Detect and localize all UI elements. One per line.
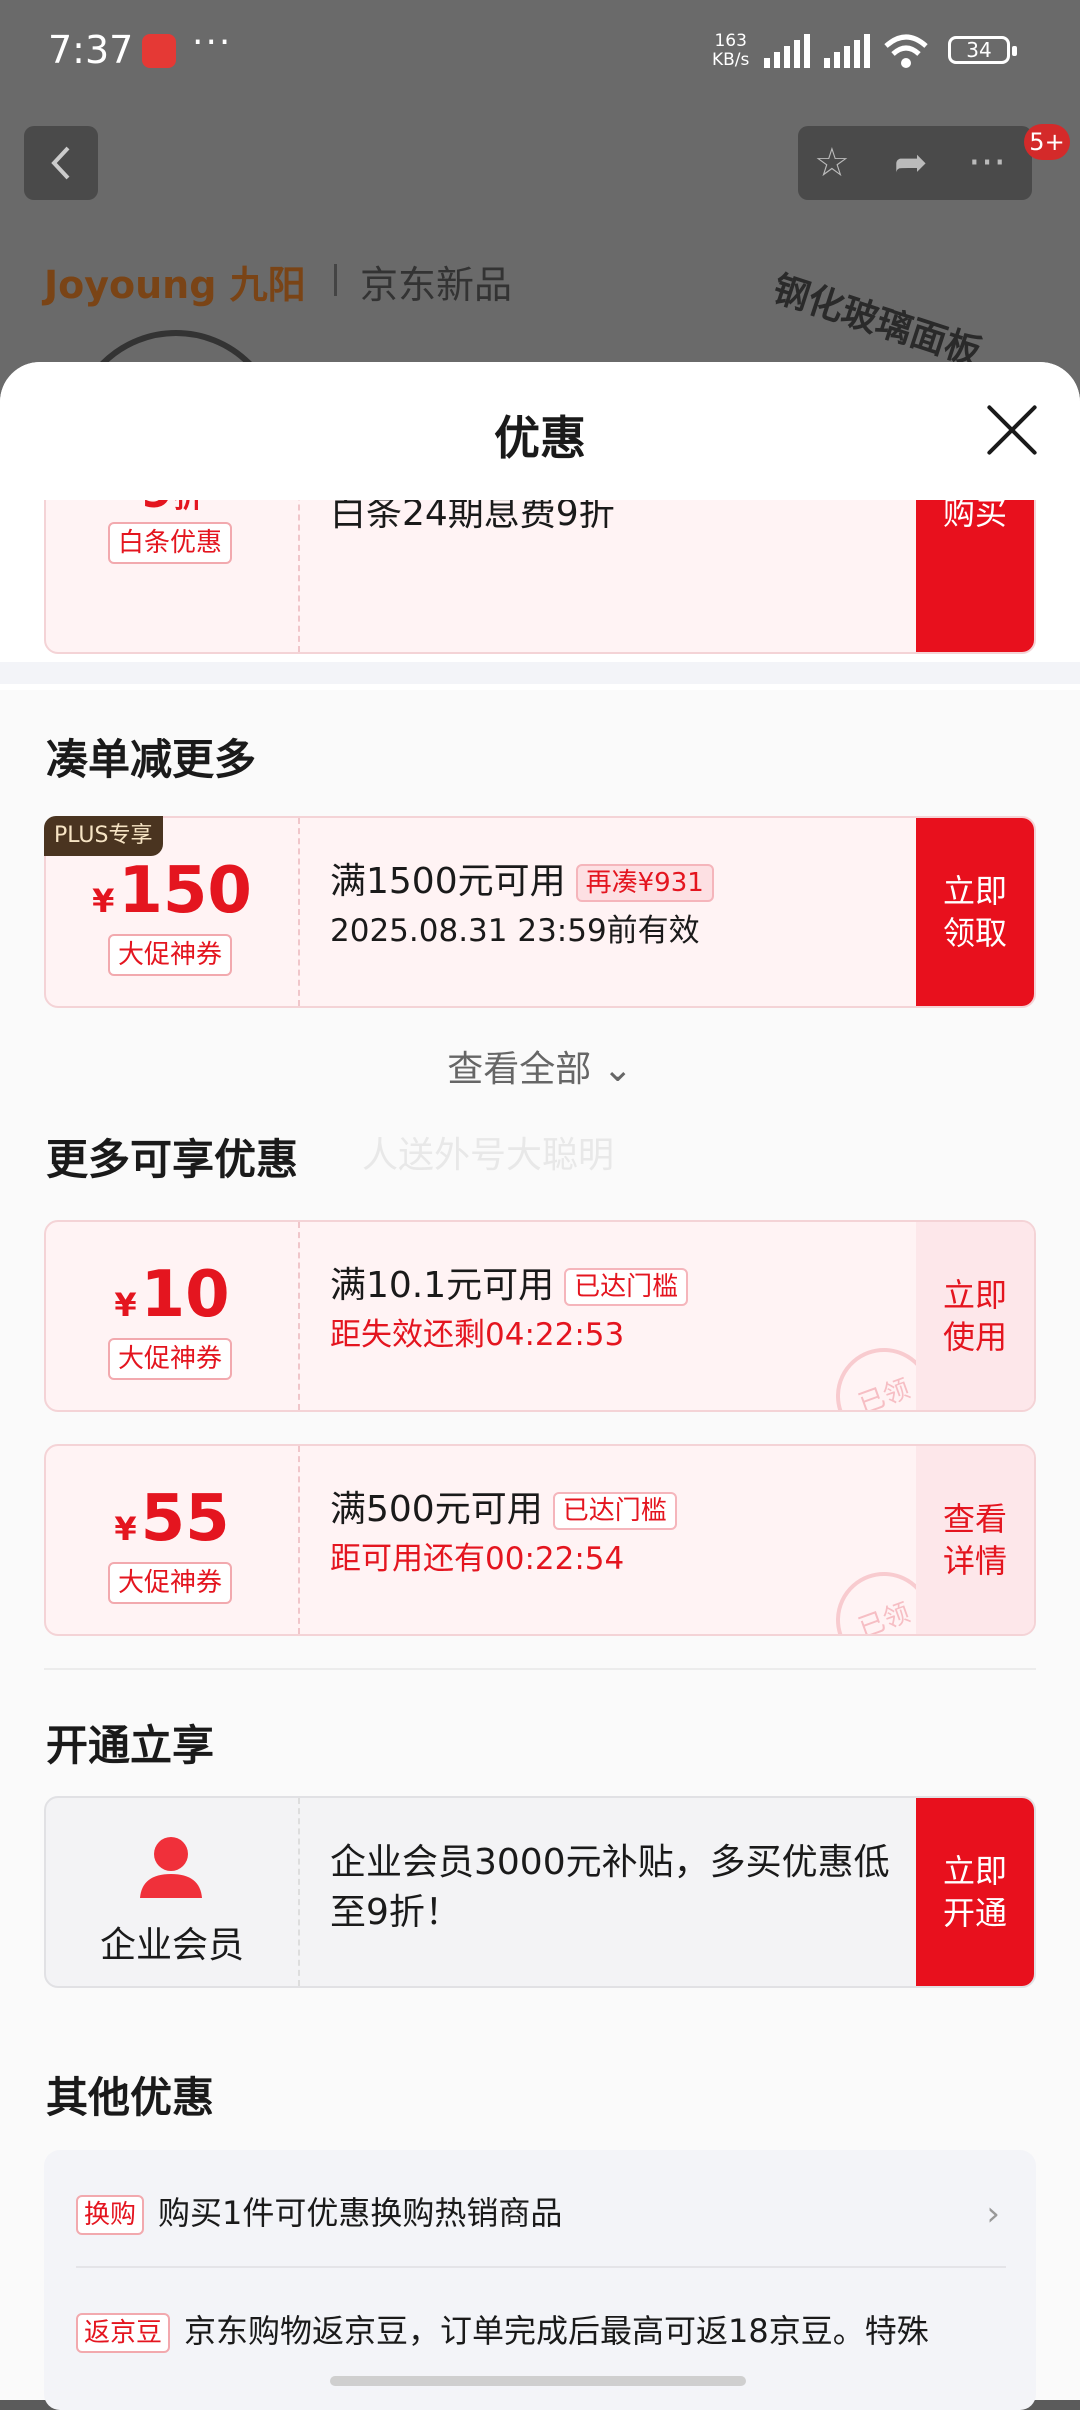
sheet-header: 优惠 [0,362,1080,500]
coupon-amount: ¥55 [114,1482,230,1556]
app-notification-icon [142,34,176,68]
section-divider [0,662,1080,684]
signal-icon [764,34,810,68]
status-time: 7:37 [48,28,134,72]
list-item-exchange[interactable]: 换购 购买1件可优惠换购热销商品 › [76,2188,1006,2235]
coupon-amount: ¥150 [92,854,252,928]
threshold-reached-pill: 已达门槛 [564,1268,689,1306]
status-bar: 7:37 ··· 163 KB/s 34 [0,0,1080,100]
coupon-tag: 大促神券 [108,1338,233,1380]
coupon-card-10: ¥10 大促神券 满10.1元可用 已达门槛 距失效还剩04:22:53 已领 立… [44,1220,1036,1412]
brand-divider [334,264,337,296]
star-icon[interactable]: ☆ [814,140,850,186]
sheet-title: 优惠 [494,411,586,465]
background-product-page: 7:37 ··· 163 KB/s 34 ☆ ➦ ··· 5+ Joyoung … [0,0,1080,542]
list-item-jd-beans[interactable]: 返京豆 京东购物返京豆，订单完成后最高可返18京豆。特殊 [76,2306,1006,2353]
coupon-countdown: 距可用还有00:22:54 [330,1541,625,1577]
network-speed: 163 KB/s [712,31,750,70]
member-label: 企业会员 [99,1925,244,1966]
home-indicator[interactable] [330,2376,746,2386]
cart-count-badge: 5+ [1024,124,1070,160]
other-offers-list: 换购 购买1件可优惠换购热销商品 › 返京豆 京东购物返京豆，订单完成后最高可返18… [44,2150,1036,2410]
coupon-condition: 满500元可用 [330,1489,543,1530]
add-more-pill: 再凑¥931 [575,864,714,902]
coupon-card-55: ¥55 大促神券 满500元可用 已达门槛 距可用还有00:22:54 已领 查看… [44,1444,1036,1636]
coupon-condition: 满10.1元可用 [330,1265,555,1306]
plus-exclusive-badge: PLUS专享 [44,816,163,856]
coupon-card-150: ¥150 大促神券 满1500元可用 再凑¥931 2025.08.31 23:5… [44,816,1036,1008]
claim-now-button[interactable]: 立即领取 [916,818,1034,1006]
coupon-tag: 大促神券 [108,934,233,976]
chevron-right-icon: › [986,2194,1000,2234]
chevron-left-icon [51,146,70,180]
share-icon[interactable]: ➦ [894,140,928,186]
signal-icon-2 [824,34,870,68]
section-title-more-offers: 更多可享优惠 [46,1135,299,1184]
coupon-amount: ¥10 [114,1258,230,1332]
coupon-tag: 大促神券 [108,1562,233,1604]
more-notifications-icon: ··· [192,22,233,63]
activate-now-button[interactable]: 立即开通 [916,1798,1034,1986]
offer-text: 京东购物返京豆，订单完成后最高可返18京豆。特殊 [184,2312,929,2350]
use-now-button[interactable]: 立即使用 [916,1222,1034,1410]
coupon-countdown: 距失效还剩04:22:53 [330,1317,625,1353]
back-button[interactable] [24,126,98,200]
wifi-icon [884,34,928,68]
battery-icon: 34 [948,36,1017,64]
view-all-link[interactable]: 查看全部 ⌄ [0,1040,1080,1092]
coupon-validity: 2025.08.31 23:59前有效 [330,913,700,949]
section-title-more-discount: 凑单减更多 [46,735,257,784]
brand-logo: Joyoung 九阳 [44,263,306,307]
threshold-reached-pill: 已达门槛 [552,1492,677,1530]
brand-channel: 京东新品 [360,263,513,307]
more-icon[interactable]: ··· [968,140,1006,186]
section-title-activate: 开通立享 [46,1721,215,1770]
view-details-button[interactable]: 查看详情 [916,1446,1034,1634]
coupon-tag: 白条优惠 [108,522,233,564]
banner-text: 钢化玻璃面板 [767,268,986,375]
offer-tag: 换购 [76,2195,145,2235]
close-icon[interactable] [984,402,1040,458]
enterprise-member-card: 企业会员 企业会员3000元补贴，多买优惠低至9折！ 立即开通 [44,1796,1036,1988]
top-actions: ☆ ➦ ··· [798,126,1032,200]
offer-tag: 返京豆 [76,2313,171,2353]
member-description: 企业会员3000元补贴，多买优惠低至9折！ [330,1842,890,1933]
coupon-condition: 满1500元可用 [330,861,566,902]
offer-text: 购买1件可优惠换购热销商品 [158,2194,563,2232]
person-icon [140,1837,202,1898]
watermark-text: 人送外号大聪明 [362,1135,615,1176]
section-divider [44,1668,1036,1670]
section-title-other: 其他优惠 [46,2073,215,2122]
